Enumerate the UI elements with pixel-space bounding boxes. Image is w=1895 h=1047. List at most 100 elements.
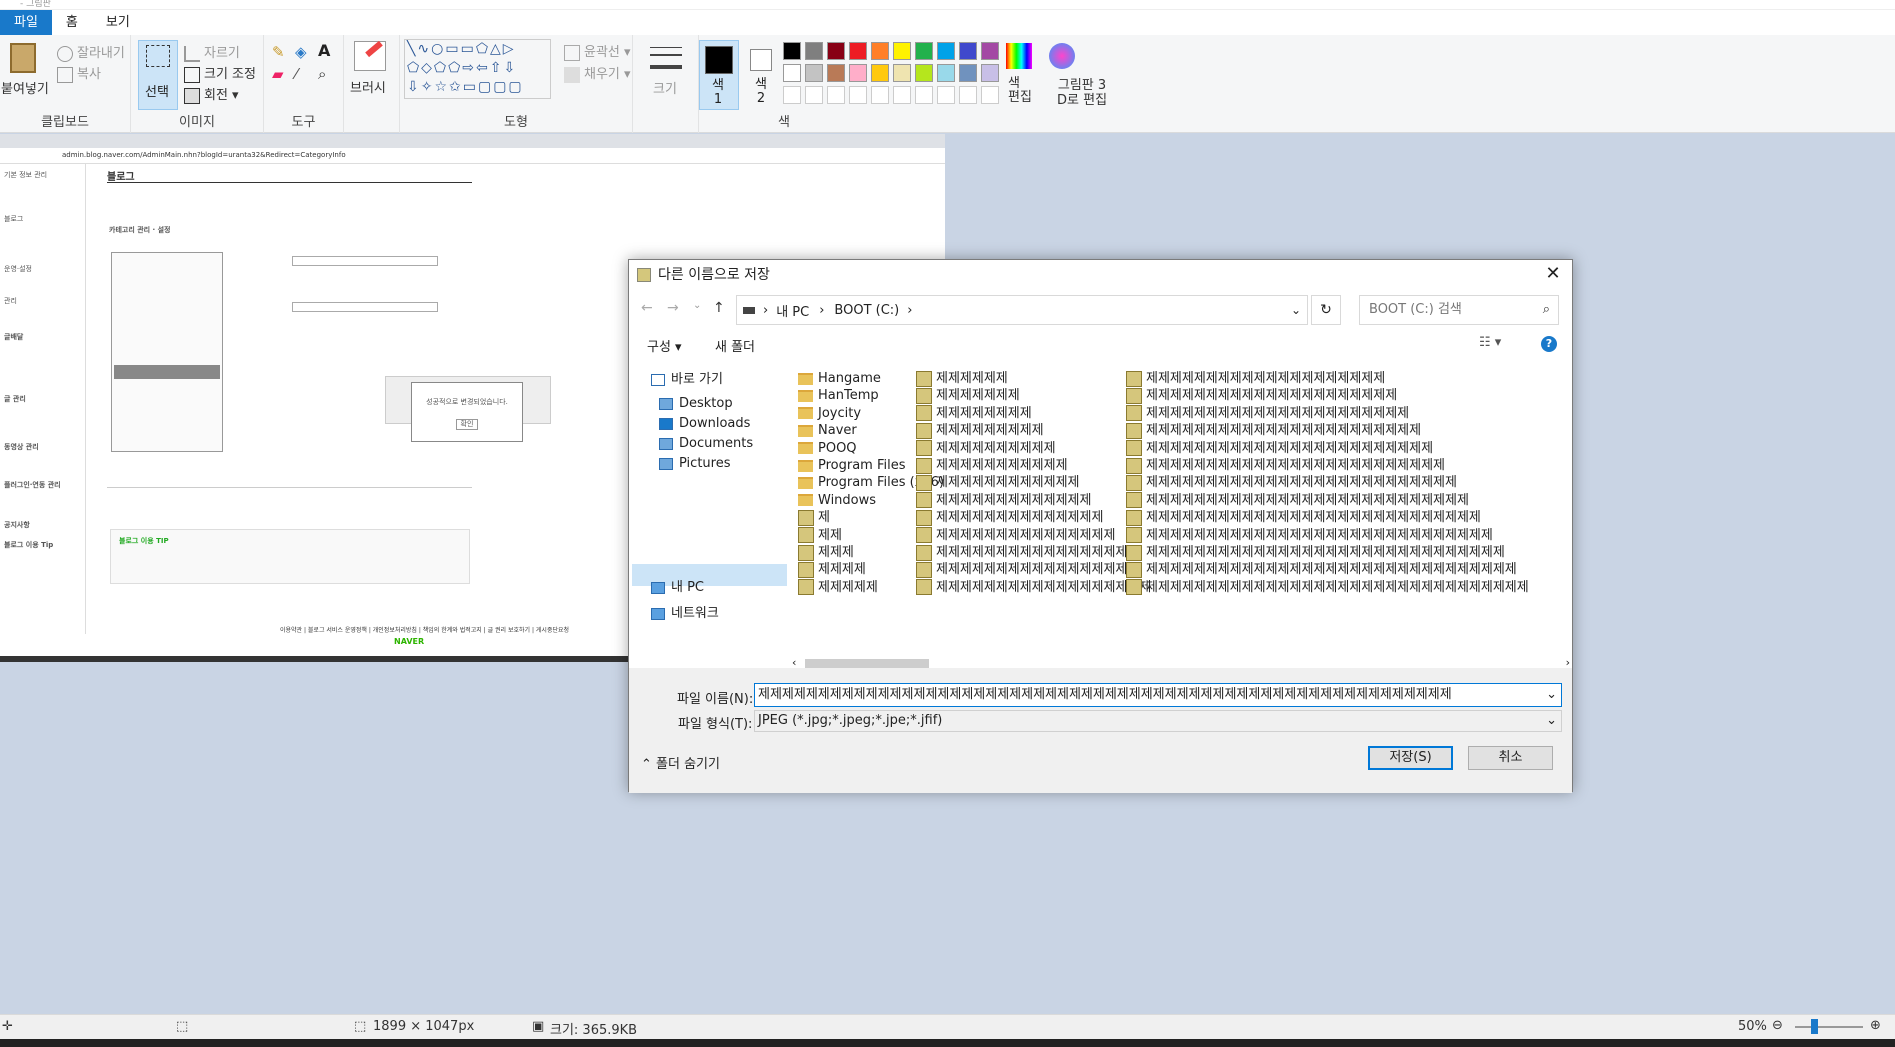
blog-menu-item[interactable]: 플러그인·연동 관리 xyxy=(4,480,61,490)
filename-input[interactable]: 제제제제제제제제제제제제제제제제제제제제제제제제제제제제제제제제제제제제제제제제… xyxy=(754,683,1562,707)
hide-folders-button[interactable]: ⌃ 폴더 숨기기 xyxy=(641,753,720,772)
organize-button[interactable]: 구성 ▾ xyxy=(647,336,682,355)
magnifier-icon[interactable]: ⌕ xyxy=(318,65,326,83)
crop-button[interactable]: 자르기 xyxy=(184,42,240,62)
close-button[interactable]: ✕ xyxy=(1542,263,1564,284)
blog-menu-item[interactable]: 기본 정보 관리 xyxy=(4,170,47,180)
forward-button[interactable]: → xyxy=(667,300,679,316)
refresh-button[interactable]: ↻ xyxy=(1311,295,1341,325)
fill-icon[interactable]: ◈ xyxy=(295,43,307,61)
save-button[interactable]: 저장(S) xyxy=(1368,746,1453,770)
palette-empty-swatch[interactable] xyxy=(827,86,845,104)
palette-swatch[interactable] xyxy=(783,42,801,60)
zoom-out-icon[interactable]: ⊖ xyxy=(1772,1018,1783,1033)
blog-menu-item[interactable]: 동영상 관리 xyxy=(4,442,39,452)
blog-menu-item[interactable]: 블로그 xyxy=(4,214,23,224)
zoom-in-icon[interactable]: ⊕ xyxy=(1870,1018,1881,1033)
blog-menu-item[interactable]: 관리 xyxy=(4,296,17,306)
palette-empty-swatch[interactable] xyxy=(871,86,889,104)
color2-button[interactable]: 색2 xyxy=(745,40,779,110)
blog-menu-item[interactable]: 글 관리 xyxy=(4,394,26,404)
palette-swatch[interactable] xyxy=(937,64,955,82)
palette-empty-swatch[interactable] xyxy=(893,86,911,104)
palette-swatch[interactable] xyxy=(783,64,801,82)
nav-item[interactable]: Documents xyxy=(659,433,753,455)
palette-swatch[interactable] xyxy=(827,42,845,60)
palette-empty-swatch[interactable] xyxy=(805,86,823,104)
palette-swatch[interactable] xyxy=(981,64,999,82)
help-icon[interactable]: ? xyxy=(1541,336,1557,352)
zoom-thumb[interactable] xyxy=(1811,1019,1818,1034)
menu-file[interactable]: 파일 xyxy=(0,10,52,35)
palette-empty-swatch[interactable] xyxy=(849,86,867,104)
resize-button[interactable]: 크기 조정 xyxy=(184,63,256,83)
nav-item[interactable]: 내 PC xyxy=(651,577,704,599)
view-options-button[interactable]: ☷ ▾ xyxy=(1479,335,1501,350)
address-dropdown-icon[interactable]: ⌄ xyxy=(1291,303,1301,317)
popup-ok-button[interactable]: 확인 xyxy=(456,419,478,430)
color1-button[interactable]: 색1 xyxy=(699,40,739,110)
blog-menu-item[interactable]: 운영·설정 xyxy=(4,264,32,274)
palette-swatch[interactable] xyxy=(893,42,911,60)
breadcrumb-drive[interactable]: BOOT (C:) xyxy=(834,303,899,318)
zoom-slider[interactable] xyxy=(1795,1026,1863,1028)
brushes-button[interactable]: 브러시 xyxy=(350,77,386,96)
palette-swatch[interactable] xyxy=(805,42,823,60)
nav-item[interactable]: Pictures xyxy=(659,453,730,475)
palette-swatch[interactable] xyxy=(849,64,867,82)
breadcrumb-pc[interactable]: 내 PC xyxy=(776,301,809,320)
file-item[interactable]: 제제제제제제제제제제제제제제제제제제 xyxy=(916,577,1151,598)
palette-empty-swatch[interactable] xyxy=(915,86,933,104)
palette-swatch[interactable] xyxy=(805,64,823,82)
palette-swatch[interactable] xyxy=(893,64,911,82)
palette-swatch[interactable] xyxy=(849,42,867,60)
blog-menu-item[interactable]: 글배달 xyxy=(4,332,23,342)
fill-button[interactable]: 채우기 ▾ xyxy=(564,63,631,83)
palette-swatch[interactable] xyxy=(827,64,845,82)
file-item[interactable]: 제제제제제 xyxy=(798,577,878,598)
cancel-button[interactable]: 취소 xyxy=(1468,746,1553,770)
new-folder-button[interactable]: 새 폴더 xyxy=(715,336,755,355)
cut-button[interactable]: 잘라내기 xyxy=(57,42,125,62)
text-icon[interactable]: A xyxy=(318,41,330,60)
up-button[interactable]: ↑ xyxy=(713,300,725,316)
menu-home[interactable]: 홈 xyxy=(52,10,92,35)
paste-button[interactable]: 붙여넣기 xyxy=(1,78,49,97)
palette-swatch[interactable] xyxy=(937,42,955,60)
edit-colors-button[interactable]: 색 편집 xyxy=(1008,77,1032,105)
palette-empty-swatch[interactable] xyxy=(937,86,955,104)
back-button[interactable]: ← xyxy=(641,300,653,316)
palette-empty-swatch[interactable] xyxy=(783,86,801,104)
copy-button[interactable]: 복사 xyxy=(57,63,101,83)
category-tree[interactable] xyxy=(111,252,223,452)
file-item[interactable]: 제제제제제제제제제제제제제제제제제제제제제제제제제제제제제제제제 xyxy=(1126,577,1529,598)
nav-item[interactable]: Downloads xyxy=(659,413,750,435)
eraser-icon[interactable]: ▰ xyxy=(272,65,284,83)
palette-swatch[interactable] xyxy=(871,42,889,60)
recent-dropdown[interactable]: ⌄ xyxy=(693,300,701,311)
palette-swatch[interactable] xyxy=(959,64,977,82)
palette-empty-swatch[interactable] xyxy=(981,86,999,104)
pencil-icon[interactable]: ✎ xyxy=(272,43,285,61)
color-picker-icon[interactable]: ⁄ xyxy=(295,65,298,83)
shapes-gallery[interactable]: ╲∿○▭▭⬠△▷ ⬠◇⬠⬠⇨⇦⇧⇩ ⇩✧☆✩▭▢▢▢ xyxy=(404,39,551,99)
address-bar[interactable]: › 내 PC › BOOT (C:) › ⌄ xyxy=(736,295,1308,325)
outline-button[interactable]: 윤곽선 ▾ xyxy=(564,41,631,61)
nav-item[interactable]: 바로 가기 xyxy=(651,369,723,391)
filetype-select[interactable]: JPEG (*.jpg;*.jpeg;*.jpe;*.jfif) ⌄ xyxy=(754,710,1562,732)
select-button[interactable]: 선택 xyxy=(138,40,178,110)
blog-menu-item[interactable]: 블로그 이용 Tip xyxy=(4,540,53,550)
nav-item[interactable]: 네트워크 xyxy=(651,603,719,625)
palette-swatch[interactable] xyxy=(915,42,933,60)
paint3d-button[interactable]: 그림판 3 D로 편집 xyxy=(1057,78,1107,108)
blog-menu-item[interactable]: 공지사항 xyxy=(4,520,30,530)
palette-swatch[interactable] xyxy=(871,64,889,82)
size-button[interactable]: 크기 xyxy=(653,78,677,97)
rotate-button[interactable]: 회전 ▾ xyxy=(184,84,239,104)
search-input[interactable]: BOOT (C:) 검색 ⌕ xyxy=(1359,295,1559,325)
palette-empty-swatch[interactable] xyxy=(959,86,977,104)
chevron-down-icon[interactable]: ⌄ xyxy=(1546,684,1557,706)
menu-view[interactable]: 보기 xyxy=(92,10,144,35)
nav-item[interactable]: Desktop xyxy=(659,393,733,415)
palette-swatch[interactable] xyxy=(959,42,977,60)
